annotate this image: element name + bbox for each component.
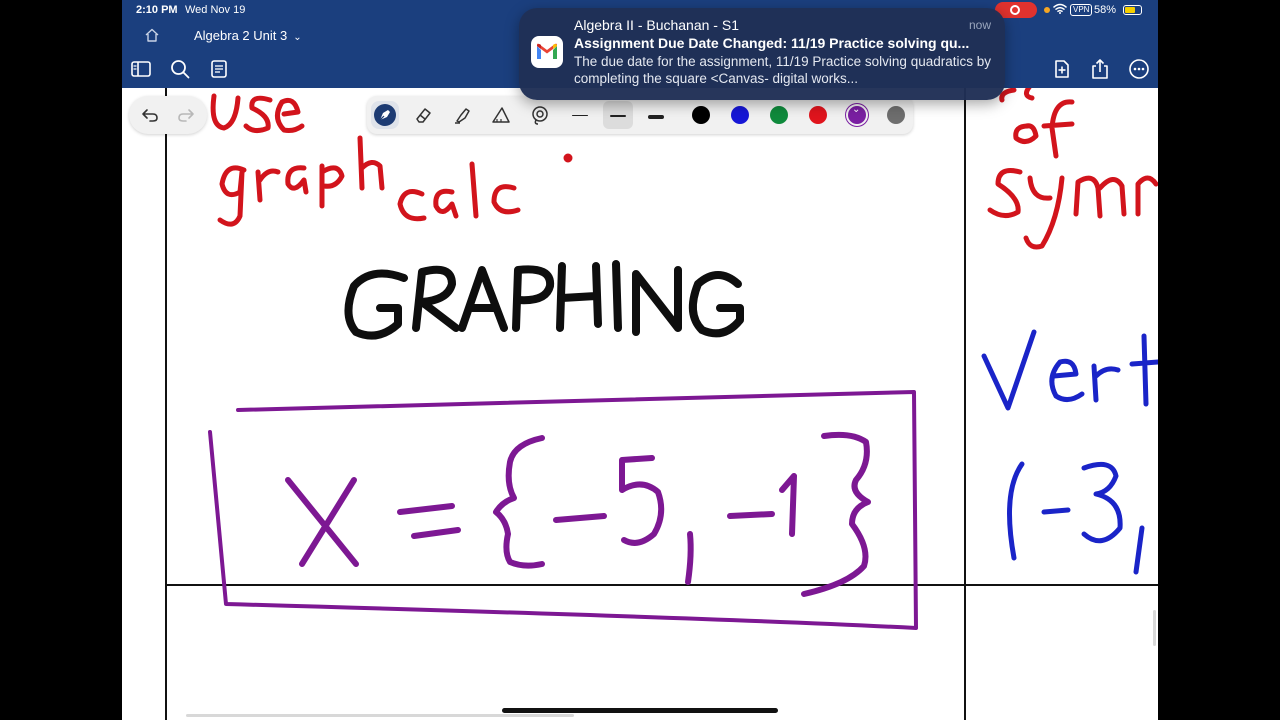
share-icon[interactable] [1089, 58, 1111, 80]
ruler-icon[interactable] [487, 101, 515, 129]
notification-subject: Assignment Due Date Changed: 11/19 Pract… [574, 35, 970, 51]
lasso-icon[interactable] [526, 101, 554, 129]
note-canvas[interactable] [122, 83, 1158, 720]
search-icon[interactable] [169, 58, 191, 80]
color-swatch[interactable] [848, 104, 866, 124]
eraser-icon[interactable] [409, 101, 437, 129]
horizontal-scrollbar[interactable] [186, 714, 574, 717]
undo-redo-group [129, 96, 207, 134]
gmail-icon [531, 36, 563, 68]
notification-banner[interactable]: Algebra II - Buchanan - S1 now Assignmen… [519, 8, 1005, 100]
ink-graphing-title [344, 260, 744, 340]
notification-time: now [968, 18, 991, 32]
color-swatch[interactable] [770, 106, 788, 124]
ink-vertex [981, 329, 1158, 575]
battery-fill [1125, 7, 1135, 13]
battery-icon [1123, 5, 1142, 15]
mic-indicator-icon [1044, 7, 1050, 13]
undo-icon[interactable] [141, 106, 159, 124]
ipad-screen: 2:10 PM Wed Nov 19 VPN 58% Algebra 2 Uni… [122, 0, 1158, 720]
highlighter-icon[interactable] [448, 101, 476, 129]
add-page-icon[interactable] [1050, 58, 1072, 80]
notification-title: Algebra II - Buchanan - S1 [574, 17, 739, 33]
drawing-toolbar [367, 96, 913, 134]
color-swatch[interactable] [692, 106, 710, 124]
line-weight-medium[interactable] [603, 101, 633, 129]
status-time: 2:10 PM [136, 4, 178, 16]
more-options-icon[interactable] [1128, 58, 1150, 80]
ink-answer-equation [285, 431, 871, 597]
color-swatch[interactable] [809, 106, 827, 124]
sidebar-toggle-icon[interactable] [130, 58, 152, 80]
wifi-icon [1053, 3, 1067, 17]
notebook-tab[interactable]: Algebra 2 Unit 3 ⌄ [182, 22, 422, 48]
line-weight-thick[interactable] [641, 101, 671, 129]
page-list-icon[interactable] [208, 58, 230, 80]
battery-percent: 58% [1094, 4, 1117, 16]
vertical-scrollbar[interactable] [1153, 610, 1156, 646]
color-swatch[interactable] [887, 106, 905, 124]
home-icon[interactable] [144, 27, 160, 43]
line-weight-thin[interactable] [565, 101, 595, 129]
home-indicator[interactable] [502, 708, 778, 713]
status-date: Wed Nov 19 [185, 4, 246, 16]
pen-tool-icon[interactable] [371, 101, 399, 129]
redo-icon[interactable] [177, 106, 195, 124]
vpn-badge: VPN [1070, 4, 1093, 16]
ink-axis-of-symmetry [987, 83, 1158, 250]
notification-body: The due date for the assignment, 11/19 P… [574, 54, 991, 86]
notebook-tab-title: Algebra 2 Unit 3 [194, 28, 288, 43]
chevron-down-icon[interactable]: ⌄ [293, 32, 301, 43]
handwriting-layer [165, 83, 1158, 720]
color-swatch[interactable] [731, 106, 749, 124]
